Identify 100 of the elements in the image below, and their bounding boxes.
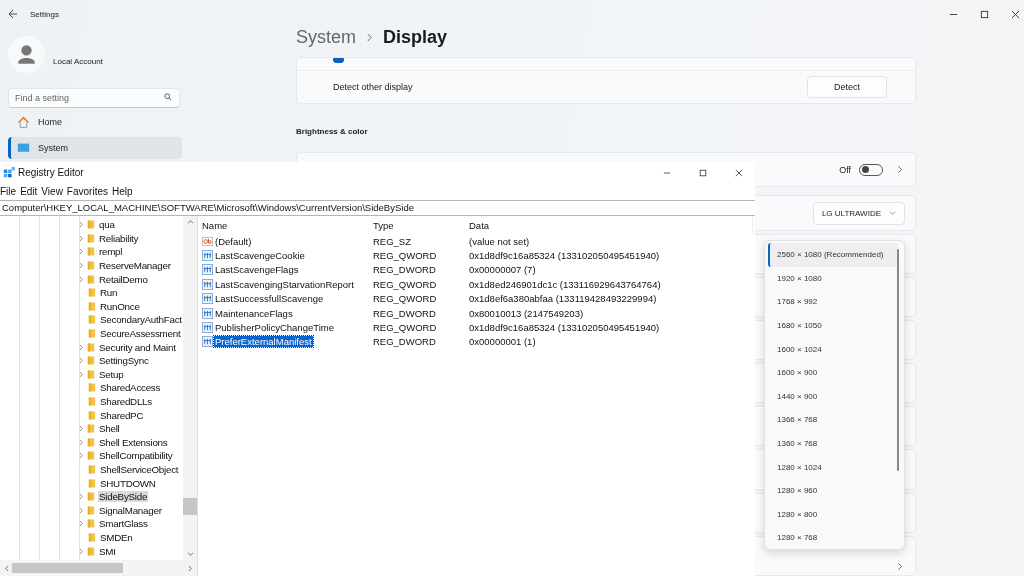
menu-option[interactable]: 1360 × 768 — [768, 431, 898, 456]
menu-option[interactable]: 1280 × 768 — [768, 526, 898, 550]
folder-icon — [88, 314, 96, 326]
expand-chevron-icon[interactable] — [79, 343, 84, 351]
close-icon[interactable] — [735, 168, 743, 177]
column-header[interactable]: Name — [202, 219, 373, 231]
value-name[interactable]: (Default) — [214, 235, 253, 247]
chevron-icon[interactable] — [897, 165, 903, 175]
avatar-icon[interactable] — [8, 36, 45, 73]
nav-item[interactable]: System — [8, 137, 182, 159]
expand-chevron-icon[interactable] — [79, 370, 84, 378]
tree-item[interactable]: ShellCompatibility — [98, 450, 174, 462]
tree-item[interactable]: SettingSync — [98, 355, 150, 367]
menu-option[interactable]: 1280 × 1024 — [768, 455, 898, 479]
value-name[interactable]: PublisherPolicyChangeTime — [214, 322, 335, 334]
expand-chevron-icon[interactable] — [79, 425, 84, 433]
expand-chevron-icon[interactable] — [79, 262, 84, 270]
tree-item[interactable]: SMI — [98, 545, 117, 557]
expand-chevron-icon[interactable] — [79, 493, 84, 501]
tree-item[interactable]: rempl — [98, 246, 124, 258]
tree-item[interactable]: SecondaryAuthFact — [99, 314, 183, 326]
chevron-icon[interactable] — [897, 562, 903, 571]
maximize-icon[interactable] — [699, 168, 707, 177]
column-header[interactable]: Data — [469, 219, 490, 231]
tree-item[interactable]: Run — [99, 287, 119, 299]
breadcrumb-item[interactable]: System — [296, 26, 356, 48]
tree-item[interactable]: SHUTDOWN — [99, 477, 157, 489]
display-dropdown[interactable]: LG ULTRAWIDE — [812, 201, 905, 225]
folder-icon — [87, 246, 95, 258]
close-icon[interactable] — [1011, 9, 1020, 19]
value-name[interactable]: PreferExternalManifest — [214, 336, 313, 348]
tree-item[interactable]: RunOnce — [99, 300, 141, 312]
menu-option[interactable]: 1768 × 992 — [768, 290, 898, 314]
tree-item[interactable]: SignalManager — [98, 504, 163, 516]
expand-chevron-icon[interactable] — [79, 506, 84, 514]
menu-option[interactable]: 1440 × 900 — [768, 384, 898, 409]
scroll-up-icon[interactable] — [186, 219, 194, 224]
tree-item[interactable]: SecureAssessment — [99, 328, 182, 340]
value-name[interactable]: LastScavengingStarvationReport — [214, 278, 355, 290]
address-bar[interactable]: Computer\HKEY_LOCAL_MACHINE\SOFTWARE\Microsoft\Windows\CurrentVersion\SideBySide — [0, 200, 755, 216]
expand-chevron-icon[interactable] — [79, 357, 84, 365]
tree-item[interactable]: Shell Extensions — [98, 436, 169, 448]
expand-chevron-icon[interactable] — [79, 452, 84, 460]
expand-chevron-icon[interactable] — [79, 547, 84, 555]
tree-item[interactable]: Shell — [98, 423, 121, 435]
search-field[interactable]: Find a setting — [8, 88, 180, 108]
menu-option[interactable]: 1920 × 1080 — [768, 266, 898, 291]
value-name[interactable]: MaintenanceFlags — [214, 307, 294, 319]
search-icon[interactable] — [164, 93, 172, 101]
menu-item[interactable]: Edit — [20, 186, 38, 197]
tree-item[interactable]: SMDEn — [99, 531, 134, 543]
tree-item[interactable]: SharedAccess — [99, 382, 162, 394]
menu-option[interactable]: 1280 × 960 — [768, 478, 898, 503]
value-name[interactable]: LastScavengeCookie — [214, 250, 306, 262]
scrollbar-thumb[interactable] — [183, 498, 197, 515]
tree-item[interactable]: SideBySide — [98, 491, 149, 503]
expand-chevron-icon[interactable] — [79, 275, 84, 283]
back-arrow-icon[interactable] — [8, 9, 18, 19]
menu-item[interactable]: View — [41, 186, 63, 197]
tree-item[interactable]: Setup — [98, 368, 125, 380]
value-name[interactable]: LastSuccessfullScavenge — [214, 293, 325, 305]
scroll-right-icon[interactable] — [188, 564, 193, 572]
menu-item[interactable]: File — [0, 186, 17, 197]
value-name[interactable]: LastScavengeFlags — [214, 264, 300, 276]
nav-item[interactable]: Home — [8, 111, 182, 133]
tree-item[interactable]: SharedPC — [99, 409, 145, 421]
expand-chevron-icon[interactable] — [79, 438, 84, 446]
column-header[interactable]: Type — [373, 219, 469, 231]
expand-chevron-icon[interactable] — [79, 248, 84, 256]
value-data: 0x1d8ef6a380abfaa (133119428493229994) — [469, 293, 657, 305]
tree-item[interactable]: Reliability — [98, 232, 140, 244]
menu-option[interactable]: 1680 × 1050 — [768, 313, 898, 338]
expand-chevron-icon[interactable] — [79, 234, 84, 242]
menu-option[interactable]: 1366 × 768 — [768, 408, 898, 432]
scroll-down-icon[interactable] — [186, 552, 194, 557]
scroll-left-icon[interactable] — [4, 564, 9, 572]
checkbox[interactable] — [333, 58, 344, 64]
tree-item[interactable]: Security and Maint — [98, 341, 177, 353]
value-type: REG_QWORD — [373, 250, 438, 262]
tree-item[interactable]: qua — [98, 219, 116, 231]
menu-option[interactable]: 1600 × 1024 — [768, 337, 898, 361]
tree-item[interactable]: ReserveManager — [98, 260, 172, 272]
tree-item[interactable]: ShellServiceObject — [99, 464, 180, 475]
expand-chevron-icon[interactable] — [79, 520, 84, 528]
scrollbar[interactable] — [183, 216, 197, 560]
folder-icon — [87, 545, 95, 557]
tree-item[interactable]: RetailDemo — [98, 273, 149, 285]
scrollbar[interactable] — [0, 560, 197, 576]
tree-item[interactable]: SmartGlass — [98, 518, 149, 530]
menu-item[interactable]: Favorites — [66, 186, 108, 197]
tree-item[interactable]: SharedDLLs — [99, 396, 153, 407]
expand-chevron-icon[interactable] — [79, 221, 84, 229]
monitor-icon — [17, 141, 30, 155]
scrollbar-thumb[interactable] — [12, 563, 123, 573]
detect-button[interactable]: Detect — [807, 76, 887, 99]
menu-option[interactable]: 1600 × 900 — [768, 360, 898, 385]
menu-option[interactable]: 2560 × 1080 (Recommended) — [768, 243, 898, 267]
menu-option[interactable]: 1280 × 800 — [768, 502, 898, 527]
menu-item[interactable]: Help — [112, 186, 133, 197]
maximize-icon[interactable] — [980, 9, 989, 19]
